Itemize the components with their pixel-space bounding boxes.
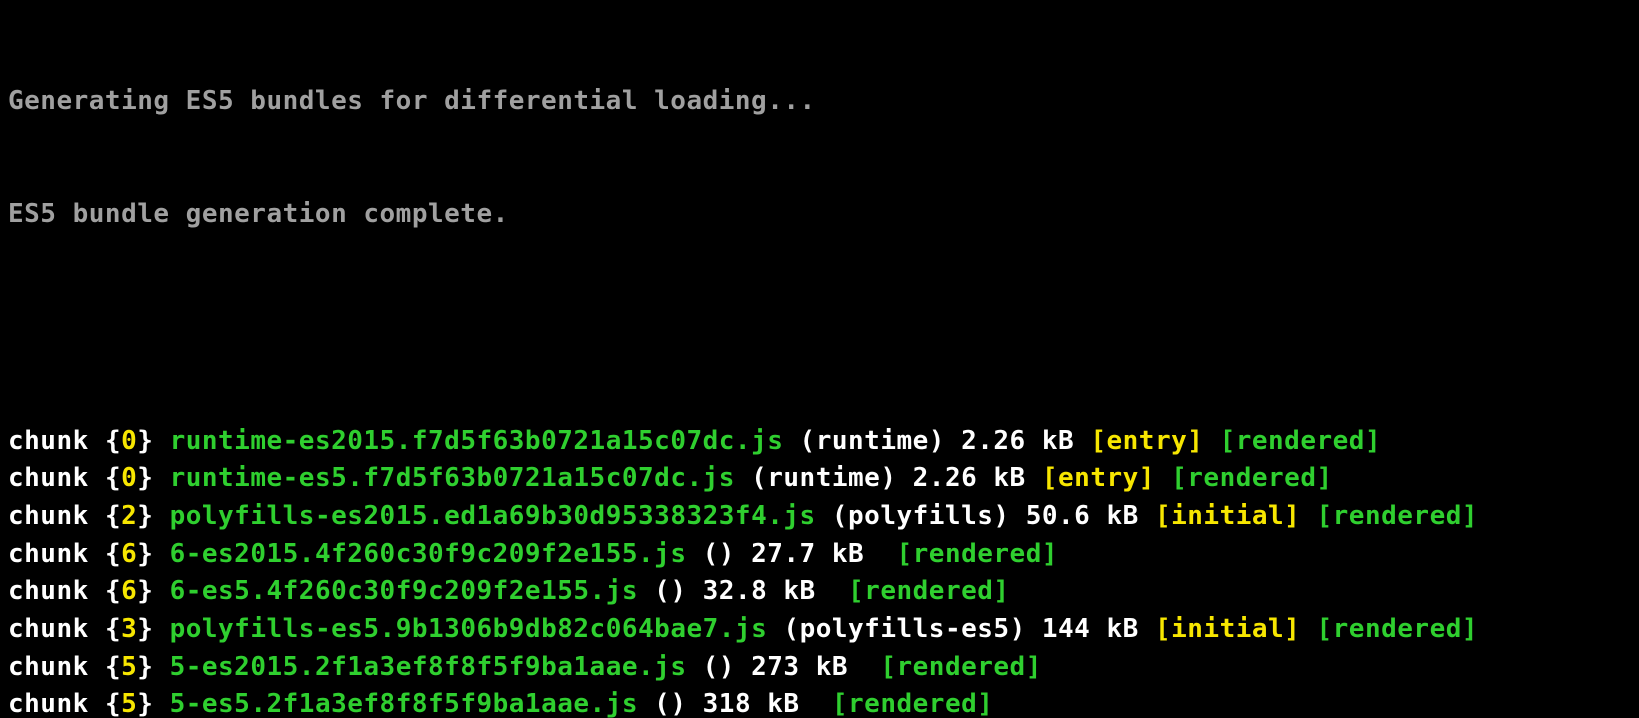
chunk-tag-rendered: [rendered] [1220,426,1382,456]
chunk-size: 50.6 kB [1026,501,1139,531]
chunk-filename: polyfills-es5.9b1306b9db82c064bae7.js [170,614,768,644]
chunk-name: runtime [816,426,929,456]
chunk-line: chunk {3} polyfills-es5.9b1306b9db82c064… [8,611,1631,649]
chunk-label: chunk [8,614,89,644]
brace-open: { [105,539,121,569]
chunk-id: 3 [121,614,137,644]
chunk-id: 5 [121,689,137,718]
chunk-filename: 6-es5.4f260c30f9c209f2e155.js [170,576,638,606]
chunk-size: 27.7 kB [751,539,864,569]
chunk-size: 144 kB [1042,614,1139,644]
chunk-filename: 5-es5.2f1a3ef8f8f5f9ba1aae.js [170,689,638,718]
chunk-meta: (polyfills) 50.6 kB [832,501,1139,531]
chunk-line: chunk {5} 5-es2015.2f1a3ef8f8f5f9ba1aae.… [8,649,1631,687]
brace-close: } [137,689,153,718]
chunk-label: chunk [8,689,89,718]
chunk-size: 318 kB [703,689,800,718]
chunk-tag-initial: [initial] [1155,614,1300,644]
chunk-line: chunk {6} 6-es5.4f260c30f9c209f2e155.js … [8,573,1631,611]
chunk-list: chunk {0} runtime-es2015.f7d5f63b0721a15… [8,423,1631,718]
chunk-label: chunk [8,539,89,569]
chunk-meta: () 27.7 kB [703,539,865,569]
brace-close: } [137,463,153,493]
chunk-line: chunk {0} runtime-es2015.f7d5f63b0721a15… [8,423,1631,461]
chunk-line: chunk {5} 5-es5.2f1a3ef8f8f5f9ba1aae.js … [8,686,1631,718]
chunk-label: chunk [8,501,89,531]
chunk-id: 0 [121,426,137,456]
brace-close: } [137,576,153,606]
brace-close: } [137,426,153,456]
chunk-id: 5 [121,652,137,682]
chunk-size: 2.26 kB [913,463,1026,493]
brace-open: { [105,463,121,493]
chunk-filename: runtime-es2015.f7d5f63b0721a15c07dc.js [170,426,784,456]
chunk-tag-rendered: [rendered] [1317,614,1479,644]
chunk-name: polyfills [848,501,993,531]
brace-open: { [105,689,121,718]
build-status-line-1: Generating ES5 bundles for differential … [8,83,1631,121]
chunk-id: 6 [121,539,137,569]
build-status-line-2: ES5 bundle generation complete. [8,196,1631,234]
chunk-tag-rendered: [rendered] [896,539,1058,569]
chunk-tag-initial: [initial] [1155,501,1300,531]
chunk-tag-rendered: [rendered] [1171,463,1333,493]
brace-open: { [105,426,121,456]
chunk-label: chunk [8,463,89,493]
chunk-meta: (runtime) 2.26 kB [751,463,1026,493]
chunk-meta: () 273 kB [703,652,848,682]
chunk-filename: runtime-es5.f7d5f63b0721a15c07dc.js [170,463,735,493]
chunk-filename: 6-es2015.4f260c30f9c209f2e155.js [170,539,687,569]
chunk-meta: () 318 kB [654,689,799,718]
chunk-tag-rendered: [rendered] [1317,501,1479,531]
chunk-meta: (runtime) 2.26 kB [800,426,1075,456]
chunk-id: 0 [121,463,137,493]
chunk-label: chunk [8,426,89,456]
chunk-label: chunk [8,576,89,606]
terminal-output: Generating ES5 bundles for differential … [0,0,1639,718]
chunk-tag-rendered: [rendered] [848,576,1010,606]
chunk-filename: polyfills-es2015.ed1a69b30d95338323f4.js [170,501,816,531]
brace-open: { [105,576,121,606]
status-text: Generating ES5 bundles for differential … [8,86,816,116]
status-text: ES5 bundle generation complete. [8,199,509,229]
chunk-tag-entry: [entry] [1042,463,1155,493]
brace-open: { [105,501,121,531]
chunk-meta: (polyfills-es5) 144 kB [783,614,1138,644]
chunk-id: 6 [121,576,137,606]
chunk-line: chunk {6} 6-es2015.4f260c30f9c209f2e155.… [8,536,1631,574]
brace-open: { [105,614,121,644]
chunk-size: 2.26 kB [961,426,1074,456]
chunk-meta: () 32.8 kB [654,576,816,606]
chunk-filename: 5-es2015.2f1a3ef8f8f5f9ba1aae.js [170,652,687,682]
chunk-id: 2 [121,501,137,531]
brace-close: } [137,539,153,569]
chunk-line: chunk {2} polyfills-es2015.ed1a69b30d953… [8,498,1631,536]
blank-line [8,310,1631,348]
chunk-tag-rendered: [rendered] [832,689,994,718]
chunk-tag-entry: [entry] [1090,426,1203,456]
chunk-tag-rendered: [rendered] [880,652,1042,682]
brace-close: } [137,614,153,644]
chunk-size: 273 kB [751,652,848,682]
chunk-label: chunk [8,652,89,682]
chunk-line: chunk {0} runtime-es5.f7d5f63b0721a15c07… [8,460,1631,498]
chunk-size: 32.8 kB [703,576,816,606]
brace-close: } [137,501,153,531]
chunk-name: polyfills-es5 [800,614,1010,644]
brace-close: } [137,652,153,682]
brace-open: { [105,652,121,682]
chunk-name: runtime [767,463,880,493]
